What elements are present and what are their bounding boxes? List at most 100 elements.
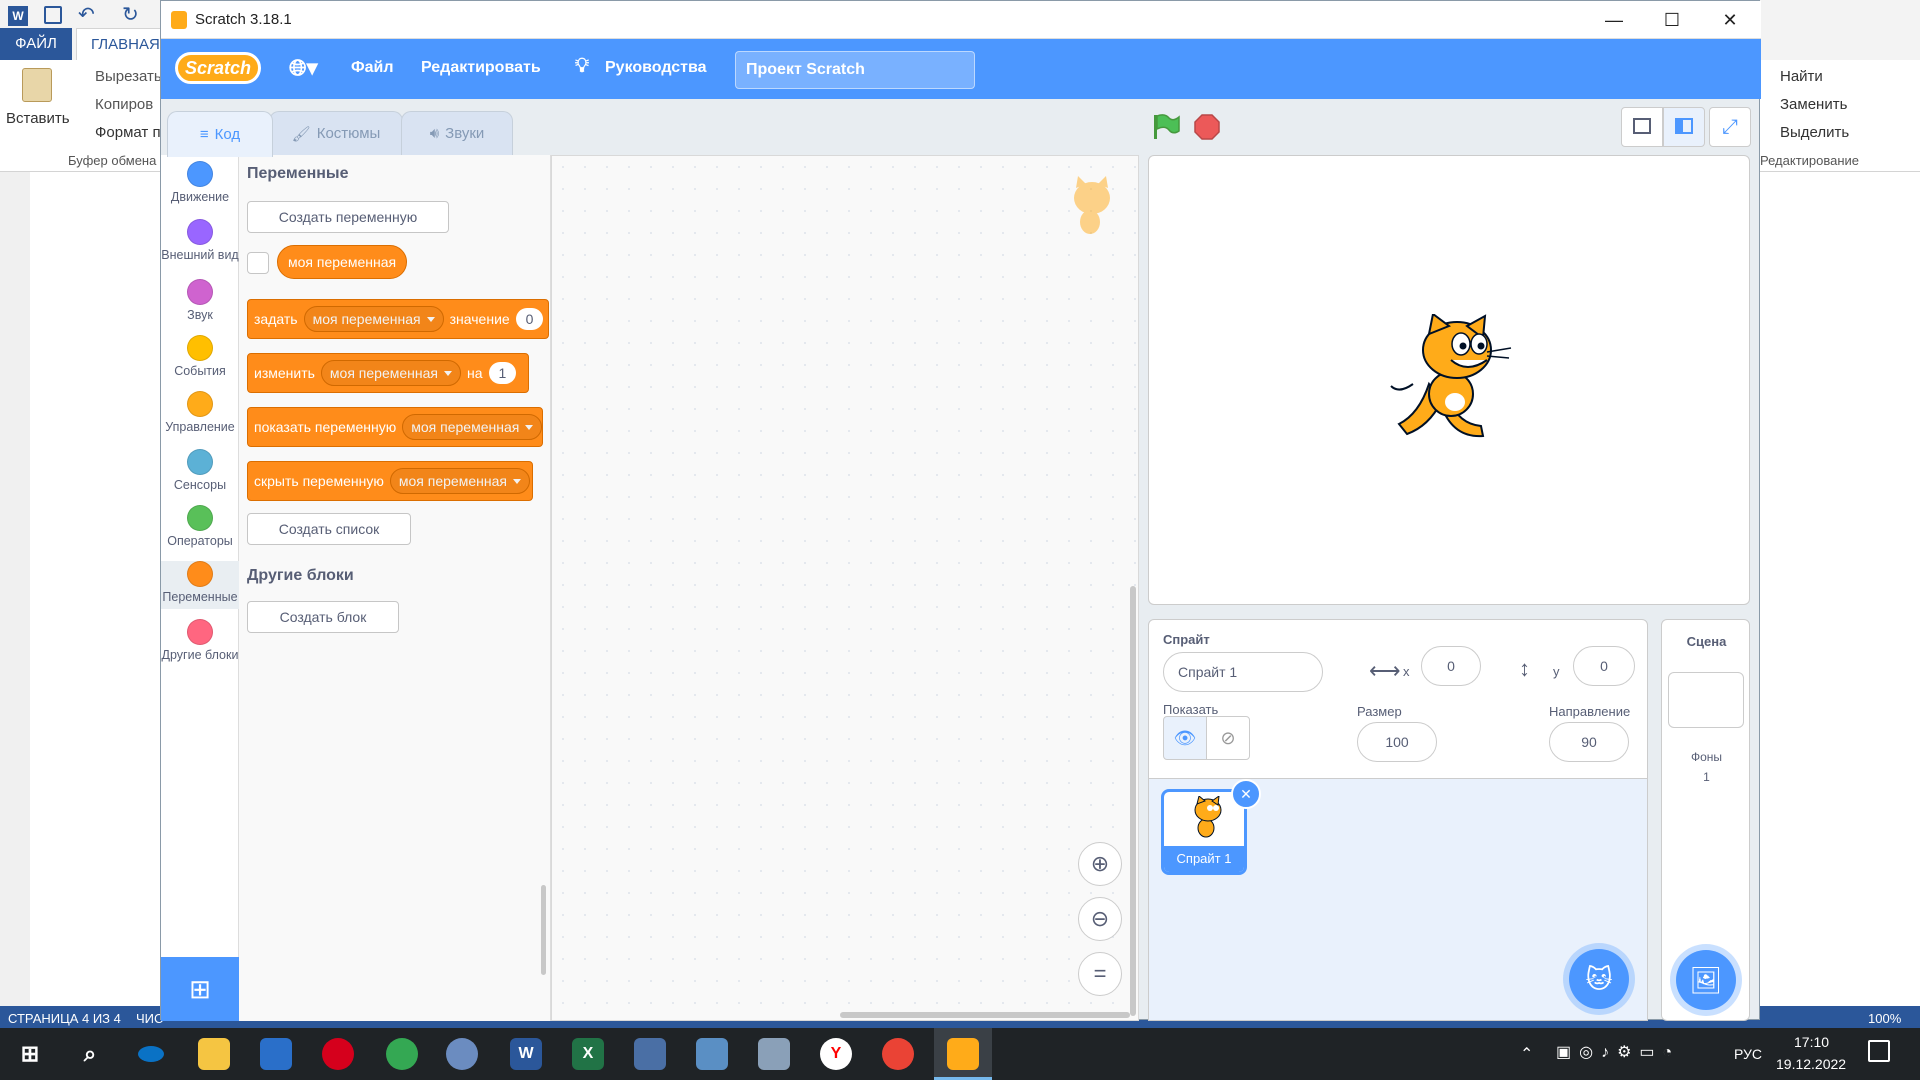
code-workspace[interactable]: ⊕ ⊖ = (551, 155, 1139, 1021)
paste-icon[interactable] (22, 68, 52, 102)
chrome-profile-icon[interactable] (882, 1038, 914, 1070)
format-painter-button[interactable]: Формат п (95, 124, 161, 141)
menu-tutorials[interactable]: Руководства (605, 59, 707, 77)
clock-time[interactable]: 17:10 (1794, 1034, 1829, 1050)
make-variable-button[interactable]: Создать переменную (247, 201, 449, 233)
find-button[interactable]: Найти (1780, 68, 1823, 85)
add-extension-button[interactable]: ⊞ (161, 957, 239, 1021)
category-7[interactable]: Операторы (161, 505, 239, 547)
hide-variable-block[interactable]: скрыть переменную моя переменная (247, 461, 533, 501)
y-input[interactable]: 0 (1573, 646, 1635, 686)
windows-start-icon[interactable]: ⊞ (14, 1038, 46, 1070)
undo-icon[interactable]: ↶ (78, 2, 95, 27)
tab-code[interactable]: ≡ Код (167, 111, 273, 157)
category-label: Движение (170, 190, 230, 204)
change-value-input[interactable]: 1 (488, 362, 517, 384)
variable-dropdown[interactable]: моя переменная (389, 468, 530, 494)
set-variable-block[interactable]: задать моя переменная значение 0 (247, 299, 549, 339)
category-1[interactable]: Движение (161, 161, 239, 203)
change-variable-block[interactable]: изменить моя переменная на 1 (247, 353, 529, 393)
variable-dropdown[interactable]: моя переменная (402, 414, 543, 440)
lightbulb-icon[interactable]: 💡︎ (575, 55, 589, 78)
tab-sounds[interactable]: 🔊︎ Звуки (401, 111, 513, 155)
size-input[interactable]: 100 (1357, 722, 1437, 762)
cat-sprite[interactable] (1389, 314, 1513, 442)
paste-button[interactable]: Вставить (6, 110, 70, 127)
zoom-in-button[interactable]: ⊕ (1078, 842, 1122, 886)
notifications-icon[interactable] (1868, 1040, 1890, 1062)
delete-sprite-button[interactable]: ✕ (1231, 779, 1261, 809)
floppy-icon[interactable] (260, 1038, 292, 1070)
minimize-button[interactable]: — (1585, 1, 1643, 39)
category-8[interactable]: Переменные (161, 561, 239, 609)
size-label: Размер (1357, 704, 1402, 719)
set-value-input[interactable]: 0 (515, 308, 544, 330)
project-title-input[interactable]: Проект Scratch (735, 51, 975, 89)
x-input[interactable]: 0 (1421, 646, 1481, 686)
direction-input[interactable]: 90 (1549, 722, 1629, 762)
chrome-icon[interactable] (386, 1038, 418, 1070)
workspace-horizontal-scrollbar[interactable] (840, 1012, 1130, 1018)
scratch-logo[interactable]: Scratch (175, 52, 261, 84)
fullscreen-button[interactable]: ⤢ (1709, 107, 1751, 147)
menu-file[interactable]: Файл (351, 59, 394, 77)
globe-icon[interactable]: 🌐︎▾ (289, 55, 318, 81)
search-icon[interactable]: ⌕ (74, 1038, 106, 1070)
variable-dropdown[interactable]: моя переменная (320, 360, 461, 386)
zoom-reset-button[interactable]: = (1078, 952, 1122, 996)
category-9[interactable]: Другие блоки (161, 619, 239, 661)
tray-arrow-icon[interactable]: ⌃ (1520, 1044, 1533, 1064)
stage-canvas[interactable] (1148, 155, 1750, 605)
redo-icon[interactable]: ↻ (122, 2, 139, 27)
tab-file[interactable]: ФАЙЛ (0, 28, 72, 60)
stop-icon[interactable] (1193, 113, 1221, 141)
make-block-button[interactable]: Создать блок (247, 601, 399, 633)
small-stage-button[interactable] (1621, 107, 1663, 147)
stage-thumbnail[interactable] (1668, 672, 1744, 728)
tray-icons[interactable]: ▣◎♪⚙▭◔ (1556, 1042, 1680, 1062)
variable-reporter[interactable]: моя переменная (277, 245, 408, 279)
show-variable-block[interactable]: показать переменную моя переменная (247, 407, 543, 447)
show-sprite-button[interactable]: 👁︎ (1163, 716, 1207, 760)
menu-edit[interactable]: Редактировать (421, 59, 541, 77)
opera-icon[interactable] (322, 1038, 354, 1070)
tab-costumes[interactable]: 🖌︎ Костюмы (269, 111, 403, 155)
large-stage-button[interactable] (1663, 107, 1705, 147)
cut-button[interactable]: Вырезать (95, 68, 162, 85)
language-indicator[interactable]: РУС (1734, 1046, 1762, 1062)
variable-checkbox[interactable] (247, 252, 269, 274)
close-button[interactable]: ✕ (1701, 1, 1759, 39)
excel-icon[interactable]: X (572, 1038, 604, 1070)
category-4[interactable]: События (161, 335, 239, 377)
maximize-button[interactable]: ☐ (1643, 1, 1701, 39)
scratch-taskbar-button[interactable] (934, 1028, 992, 1080)
sprite-name-input[interactable]: Спрайт 1 (1163, 652, 1323, 692)
calculator-icon[interactable] (634, 1038, 666, 1070)
workspace-vertical-scrollbar[interactable] (1130, 586, 1136, 1016)
clock-date[interactable]: 19.12.2022 (1776, 1056, 1846, 1072)
add-backdrop-button[interactable]: 🖼︎ (1676, 950, 1736, 1010)
edge-icon[interactable] (138, 1046, 164, 1062)
word-icon[interactable]: W (510, 1038, 542, 1070)
copy-button[interactable]: Копиров (95, 96, 153, 113)
green-flag-icon[interactable] (1151, 113, 1181, 141)
computer-icon[interactable] (696, 1038, 728, 1070)
variable-dropdown[interactable]: моя переменная (303, 306, 444, 332)
printer-icon[interactable] (758, 1038, 790, 1070)
stage-selector[interactable]: Сцена Фоны 1 🖼︎ (1661, 619, 1750, 1021)
yandex-icon[interactable]: Y (820, 1038, 852, 1070)
palette-scrollbar[interactable] (541, 885, 546, 975)
category-3[interactable]: Звук (161, 279, 239, 321)
category-6[interactable]: Сенсоры (161, 449, 239, 491)
paint-icon[interactable] (446, 1038, 478, 1070)
category-2[interactable]: Внешний вид (161, 219, 239, 261)
zoom-out-button[interactable]: ⊖ (1078, 897, 1122, 941)
save-icon[interactable] (44, 6, 62, 24)
file-explorer-icon[interactable] (198, 1038, 230, 1070)
add-sprite-button[interactable]: 🐱︎ (1569, 949, 1629, 1009)
hide-sprite-button[interactable]: ⊘ (1206, 716, 1250, 760)
make-list-button[interactable]: Создать список (247, 513, 411, 545)
select-button[interactable]: Выделить (1780, 124, 1849, 141)
replace-button[interactable]: Заменить (1780, 96, 1847, 113)
category-5[interactable]: Управление (161, 391, 239, 433)
